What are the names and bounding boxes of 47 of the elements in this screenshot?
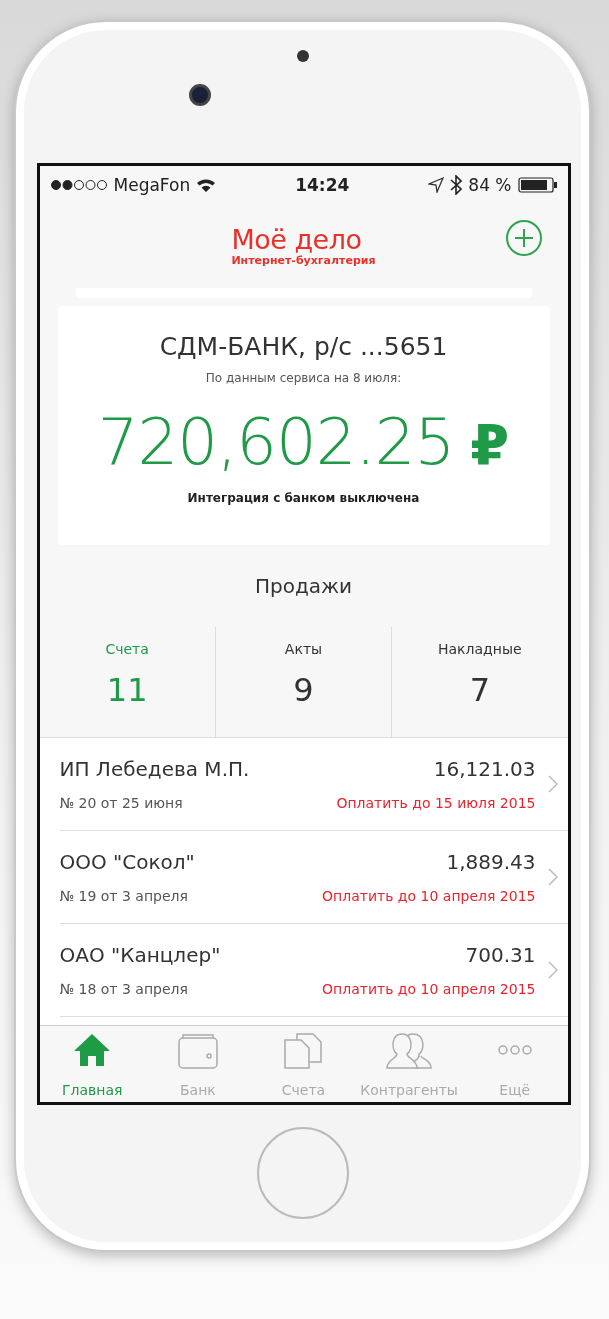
battery-percent: 84 % <box>468 175 512 195</box>
due-date: Оплатить до 15 июля 2015 <box>336 795 536 811</box>
chevron-right-icon[interactable] <box>547 868 558 886</box>
more-icon <box>497 1044 532 1056</box>
clock-time: 14:24 <box>295 175 350 195</box>
integration-status: Интеграция с банком выключена <box>187 491 420 505</box>
wallet-icon <box>176 1032 219 1070</box>
logo-subtitle: Интернет-бухгалтерия <box>231 253 376 267</box>
camera-icon <box>188 84 211 106</box>
invoice-amount: 700.31 <box>465 943 536 967</box>
sales-stat-tab[interactable]: Счета 11 <box>39 627 215 737</box>
wifi-icon <box>196 177 217 193</box>
documents-icon <box>283 1032 324 1070</box>
chevron-right-icon[interactable] <box>547 775 558 793</box>
due-date: Оплатить до 10 апреля 2015 <box>322 888 536 904</box>
logo-title: Моё дело <box>231 225 362 254</box>
bank-account-title: СДМ-БАНК, р/с ...5651 <box>159 332 448 361</box>
balance-amount: 720,602.25 <box>97 405 455 479</box>
tab-bar-item[interactable]: Ещё <box>461 1026 568 1102</box>
people-icon <box>385 1032 434 1070</box>
client-name: ОАО "Канцлер" <box>59 943 221 967</box>
speaker-icon <box>296 50 309 62</box>
client-name: ООО "Сокол" <box>59 850 195 874</box>
balance-date: По данным сервиса на 8 июля: <box>205 371 402 385</box>
battery-icon <box>517 177 558 193</box>
tab-bar-item[interactable]: Банк <box>145 1026 251 1102</box>
chevron-right-icon[interactable] <box>547 961 558 979</box>
tab-bar-item[interactable]: Контрагенты <box>356 1026 462 1102</box>
invoice-number: № 19 от 3 апреля <box>59 888 188 904</box>
currency-sign: ₽ <box>470 412 510 477</box>
invoice-number: № 20 от 25 июня <box>59 795 183 811</box>
signal-icon <box>49 179 108 191</box>
sales-stat-tab[interactable]: Акты 9 <box>214 627 392 737</box>
section-title: Продажи <box>254 574 353 598</box>
add-button[interactable] <box>505 220 542 256</box>
invoice-amount: 16,121.03 <box>433 757 536 781</box>
invoice-amount: 1,889.43 <box>446 850 536 874</box>
tab-bar-item[interactable]: Счета <box>250 1026 357 1102</box>
plus-icon <box>513 228 534 248</box>
bluetooth-icon <box>450 175 463 195</box>
due-date: Оплатить до 10 апреля 2015 <box>322 981 536 997</box>
tab-bar-item[interactable]: Главная <box>39 1026 146 1102</box>
invoice-number: № 18 от 3 апреля <box>59 981 188 997</box>
location-arrow-icon <box>428 177 445 193</box>
client-name: ИП Лебедева М.П. <box>59 757 250 781</box>
carrier-name: MegaFon <box>113 175 191 195</box>
sales-stat-tab[interactable]: Накладные 7 <box>391 627 568 737</box>
